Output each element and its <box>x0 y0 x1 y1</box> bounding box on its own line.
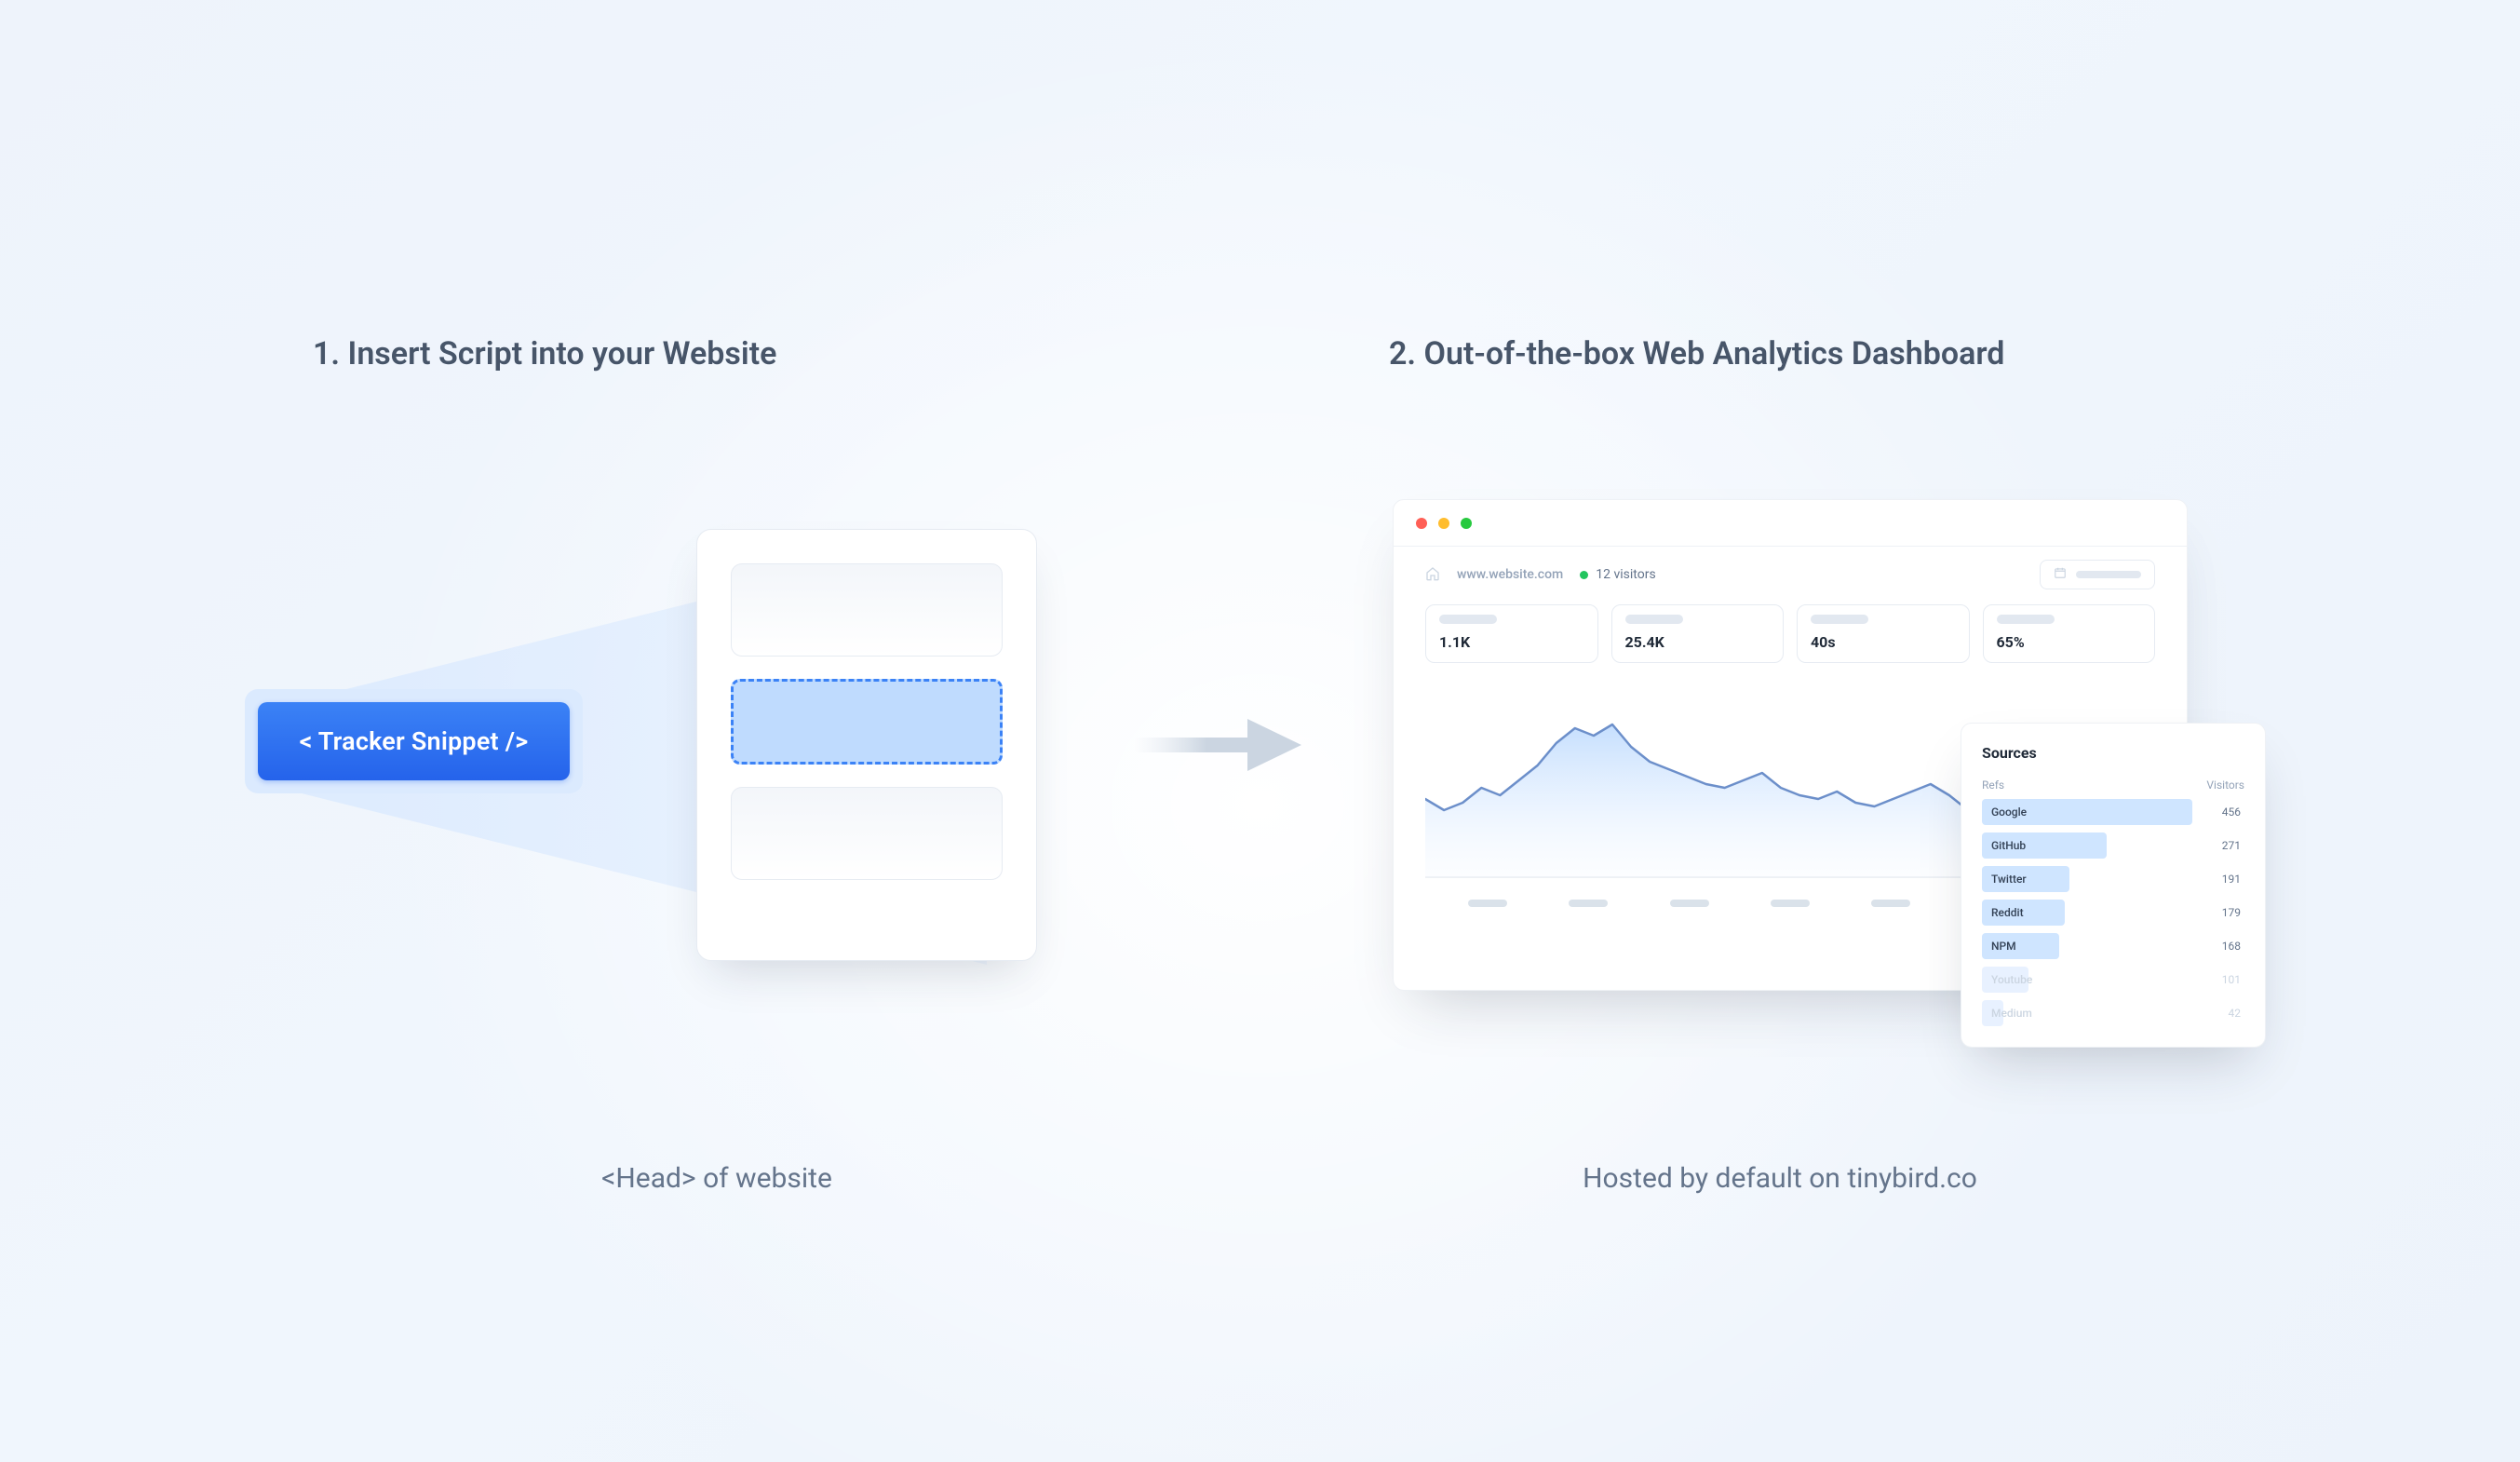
window-close-icon <box>1416 518 1427 529</box>
dashboard-header: www.website.com 12 visitors <box>1394 547 2187 597</box>
source-value: 271 <box>2222 839 2241 852</box>
sources-col-val: Visitors <box>2206 778 2244 792</box>
sources-header-row: Refs Visitors <box>1982 778 2244 792</box>
source-name: Reddit <box>1982 906 2024 919</box>
source-row[interactable]: Reddit 179 <box>1982 900 2244 926</box>
page-row-insertion-target <box>731 679 1003 765</box>
website-head-illustration <box>696 529 1037 961</box>
source-name: NPM <box>1982 940 2016 953</box>
window-minimize-icon <box>1438 518 1449 529</box>
tracker-snippet-label: < Tracker Snippet /> <box>300 726 529 756</box>
caption-right: Hosted by default on tinybird.co <box>1583 1162 1977 1195</box>
status-dot-icon <box>1580 571 1588 579</box>
arrow-right-icon <box>1134 715 1301 775</box>
kpi-label-placeholder <box>1439 615 1497 624</box>
date-range-picker[interactable] <box>2040 560 2155 589</box>
tracker-snippet-container: < Tracker Snippet /> <box>245 689 583 793</box>
source-value: 456 <box>2222 805 2241 819</box>
source-row[interactable]: NPM 168 <box>1982 933 2244 959</box>
kpi-value: 1.1K <box>1439 633 1584 651</box>
tracker-snippet-badge: < Tracker Snippet /> <box>258 702 570 780</box>
xaxis-tick <box>1871 900 1910 907</box>
source-row[interactable]: Google 456 <box>1982 799 2244 825</box>
kpi-card[interactable]: 65% <box>1983 604 2156 663</box>
page-row-placeholder <box>731 787 1003 880</box>
sources-card: Sources Refs Visitors Google 456 GitHub 271… <box>1961 723 2266 1048</box>
caption-left: <Head> of website <box>601 1162 832 1195</box>
kpi-value: 40s <box>1811 633 1956 651</box>
sources-col-ref: Refs <box>1982 778 2004 792</box>
step-1-heading: 1. Insert Script into your Website <box>313 335 776 372</box>
live-visitors: 12 visitors <box>1580 567 1655 582</box>
kpi-label-placeholder <box>1811 615 1868 624</box>
source-value: 191 <box>2222 873 2241 886</box>
date-range-placeholder <box>2076 571 2141 578</box>
source-value: 42 <box>2229 1007 2242 1020</box>
source-name: GitHub <box>1982 839 2026 852</box>
source-value: 101 <box>2222 973 2241 986</box>
kpi-label-placeholder <box>1997 615 2055 624</box>
source-name: Google <box>1982 805 2027 819</box>
xaxis-tick <box>1670 900 1709 907</box>
source-row[interactable]: Medium 42 <box>1982 1000 2244 1026</box>
source-row[interactable]: Youtube 101 <box>1982 967 2244 993</box>
kpi-label-placeholder <box>1625 615 1683 624</box>
sources-title: Sources <box>1982 744 2244 762</box>
kpi-card[interactable]: 25.4K <box>1611 604 1785 663</box>
kpi-value: 25.4K <box>1625 633 1771 651</box>
source-row[interactable]: Twitter 191 <box>1982 866 2244 892</box>
xaxis-tick <box>1771 900 1810 907</box>
window-titlebar <box>1394 500 2187 547</box>
kpi-value: 65% <box>1997 633 2142 651</box>
source-name: Medium <box>1982 1007 2032 1020</box>
xaxis-tick <box>1569 900 1608 907</box>
source-value: 179 <box>2222 906 2241 919</box>
kpi-row: 1.1K 25.4K 40s 65% <box>1394 597 2187 663</box>
kpi-card[interactable]: 1.1K <box>1425 604 1598 663</box>
xaxis-tick <box>1468 900 1507 907</box>
page-row-placeholder <box>731 563 1003 657</box>
source-row[interactable]: GitHub 271 <box>1982 833 2244 859</box>
source-name: Twitter <box>1982 873 2027 886</box>
calendar-icon <box>2054 566 2067 583</box>
kpi-card[interactable]: 40s <box>1797 604 1970 663</box>
source-value: 168 <box>2222 940 2241 953</box>
source-name: Youtube <box>1982 973 2032 986</box>
window-zoom-icon <box>1461 518 1472 529</box>
live-visitors-value: 12 visitors <box>1596 567 1655 582</box>
home-icon <box>1425 566 1440 584</box>
step-2-heading: 2. Out-of-the-box Web Analytics Dashboar… <box>1389 335 2004 372</box>
site-url: www.website.com <box>1457 567 1563 582</box>
